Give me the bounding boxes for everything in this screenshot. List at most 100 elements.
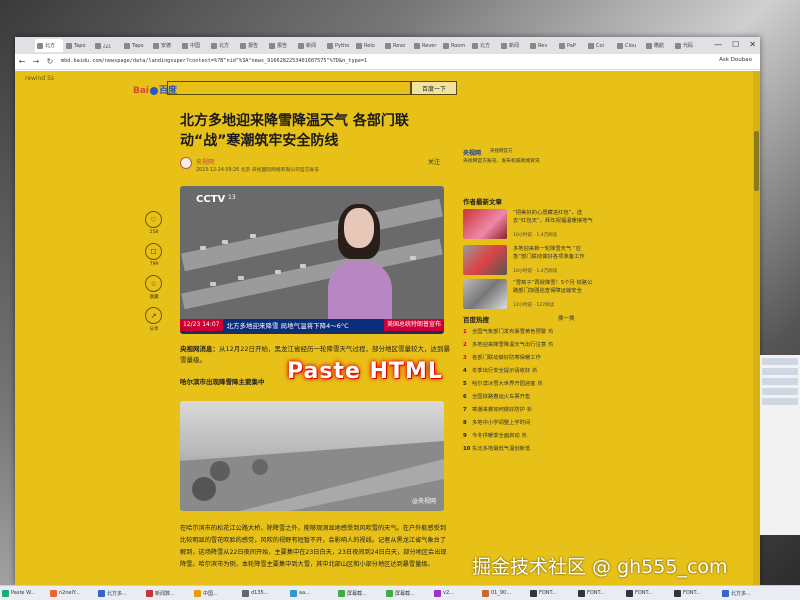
browser-tab[interactable]: Revo — [383, 39, 411, 52]
browser-tab[interactable]: Pytho — [325, 39, 353, 52]
taskbar-item[interactable]: Paste W... — [2, 588, 46, 599]
taskbar-item[interactable]: 北方多... — [98, 588, 142, 599]
search-input[interactable] — [167, 81, 411, 95]
hot-search-text: 东北多地最低气温创新低 — [472, 446, 531, 452]
like-button[interactable]: ♡ 258 — [145, 211, 163, 235]
list-item[interactable]: “把美好的心愿藏进红包”，送去“红包天”，拜年祝福温暖接地气 10小时前 · 1… — [463, 209, 593, 239]
back-icon[interactable]: ← — [15, 57, 29, 66]
browser-tab[interactable]: 瞻航 — [644, 39, 672, 52]
app-icon — [434, 589, 441, 597]
browser-tab[interactable]: 新闻 — [296, 39, 324, 52]
app-icon — [674, 589, 681, 597]
forward-icon[interactable]: → — [29, 57, 43, 66]
taskbar-item[interactable]: 屏幕截... — [338, 588, 382, 599]
browser-tab[interactable]: 北方 — [209, 39, 237, 52]
list-item[interactable]: 多地迎来新一轮降雪天气 “应急”部门联动做好各项准备工作 10小时前 · 1.4… — [463, 245, 593, 275]
rank-number: 1 — [463, 329, 467, 335]
taskbar-label: Paste W... — [11, 590, 36, 596]
search-button[interactable]: 百度一下 — [411, 81, 457, 95]
ask-doubao-button[interactable]: Ask Doubao — [719, 57, 752, 63]
browser-tab[interactable]: 报告 — [267, 39, 295, 52]
share-label: 分享 — [149, 327, 159, 332]
tab-label: Room — [451, 42, 466, 49]
taskbar-item[interactable]: 中国... — [194, 588, 238, 599]
browser-tab[interactable]: 报告 — [238, 39, 266, 52]
tab-label: Relo — [364, 42, 375, 49]
hot-search-item[interactable]: 3 各部门联动做好防寒保暖工作 — [463, 353, 593, 363]
browser-tab[interactable]: 北方 — [35, 39, 63, 52]
hot-search-text: 今冬供暖季全面启动 — [472, 433, 520, 439]
ticker-time: 12/23 14:07 — [180, 319, 223, 331]
browser-tab[interactable]: Room — [441, 39, 469, 52]
taskbar-item[interactable]: aa... — [290, 588, 334, 599]
news-video[interactable]: CCTV 13 12/23 14:07 北方多地迎来降雪 局地气温将下降4～6°… — [180, 186, 444, 334]
follow-button[interactable]: 关注 — [428, 157, 440, 166]
favorite-button[interactable]: ☆ 收藏 — [145, 275, 163, 300]
taskbar-item[interactable]: FONT... — [674, 588, 718, 599]
taskbar-item[interactable]: v2... — [434, 588, 478, 599]
browser-tab[interactable]: 新闻 — [499, 39, 527, 52]
browser-tab[interactable]: 代码 — [673, 39, 701, 52]
hot-search-item[interactable]: 4 冬季出行安全提示请收好新 — [463, 366, 593, 376]
rewind-label[interactable]: rewind 5s — [25, 75, 54, 82]
close-icon[interactable]: ✕ — [749, 40, 756, 49]
hot-search-item[interactable]: 5 哈尔滨冰雪大世界开园迎客热 — [463, 379, 593, 389]
browser-tab[interactable]: Tapo — [64, 39, 92, 52]
taskbar-item[interactable]: FONT... — [626, 588, 670, 599]
browser-tab[interactable]: Coi — [586, 39, 614, 52]
browser-tab[interactable]: 安德 — [151, 39, 179, 52]
article-subheading: 哈尔滨市出现降雪降主要集中 — [180, 378, 265, 386]
url-field[interactable]: mbd.baidu.com/newspage/data/landingsuper… — [61, 56, 661, 67]
anchor-face — [344, 208, 374, 248]
hot-search-item[interactable]: 2 多地迎来降雪降温天气出行注意热 — [463, 340, 593, 350]
taskbar-item[interactable]: 01_90... — [482, 588, 526, 599]
refresh-button[interactable]: 换一换 — [558, 314, 575, 322]
hot-search-item[interactable]: 8 多地中小学调整上学时间 — [463, 418, 593, 428]
comment-button[interactable]: ☐ 799 — [145, 243, 163, 267]
list-item[interactable]: “雪窝子”再掀降雪！5个月 铁路公路部门加强巡查保障运输安全 12小时前 · 1… — [463, 279, 593, 309]
taskbar-label: FONT... — [683, 590, 701, 596]
browser-tab[interactable]: Rever — [412, 39, 440, 52]
browser-tab[interactable]: Tapo — [122, 39, 150, 52]
browser-tab[interactable]: Relo — [354, 39, 382, 52]
tab-favicon-icon — [472, 42, 478, 49]
snow-image[interactable]: @央视网 — [180, 401, 444, 511]
tab-favicon-icon — [211, 42, 217, 49]
hot-search-item[interactable]: 7 寒潮来袭如何做好防护新 — [463, 405, 593, 415]
browser-tab[interactable]: ¿¿¿ — [93, 39, 121, 52]
ticker-text: 北方多地迎来降雪 局地气温将下降4～6°C — [226, 322, 349, 330]
maximize-icon[interactable]: ☐ — [732, 40, 739, 49]
hot-search-text: 寒潮来袭如何做好防护 — [472, 407, 525, 413]
taskbar-item[interactable]: n2nelY... — [50, 588, 94, 599]
browser-tab[interactable]: Clou — [615, 39, 643, 52]
taskbar-item[interactable]: 北方多... — [722, 588, 766, 599]
reload-icon[interactable]: ↻ — [43, 57, 57, 66]
tab-label: 代码 — [683, 43, 694, 49]
browser-tab[interactable]: Rev — [528, 39, 556, 52]
share-button[interactable]: ↗ 分享 — [145, 307, 163, 332]
tab-label: 安德 — [161, 43, 172, 49]
brand-name[interactable]: 央视网 — [463, 148, 481, 157]
news-ticker: 12/23 14:07 北方多地迎来降雪 局地气温将下降4～6°C 美国总统特朗… — [180, 319, 444, 331]
taskbar-item[interactable]: 新闻数... — [146, 588, 190, 599]
taskbar-item[interactable]: d135... — [242, 588, 286, 599]
avatar[interactable] — [180, 157, 192, 169]
taskbar-label: 中国... — [203, 590, 218, 597]
tab-favicon-icon — [37, 42, 43, 49]
browser-tab[interactable]: PaP — [557, 39, 585, 52]
taskbar-item[interactable]: FONT... — [530, 588, 574, 599]
article-thumbnail — [463, 209, 507, 239]
browser-tab[interactable]: 北方 — [470, 39, 498, 52]
minimize-icon[interactable]: — — [714, 40, 722, 49]
comment-count: 799 — [149, 262, 159, 267]
browser-tab[interactable]: 中国 — [180, 39, 208, 52]
hot-search-item[interactable]: 10 东北多地最低气温创新低 — [463, 444, 593, 454]
scrollbar-thumb[interactable] — [754, 131, 759, 191]
hot-search-item[interactable]: 6 全国铁路春运火车票开售 — [463, 392, 593, 402]
author-name[interactable]: 央视网 — [196, 157, 214, 166]
taskbar-item[interactable]: 屏幕截... — [386, 588, 430, 599]
hot-search-item[interactable]: 1 全国气象部门发布暴雪黄色预警热 — [463, 327, 593, 337]
hot-search-item[interactable]: 9 今冬供暖季全面启动热 — [463, 431, 593, 441]
taskbar-item[interactable]: FONT... — [578, 588, 622, 599]
scrollbar[interactable] — [753, 71, 760, 585]
